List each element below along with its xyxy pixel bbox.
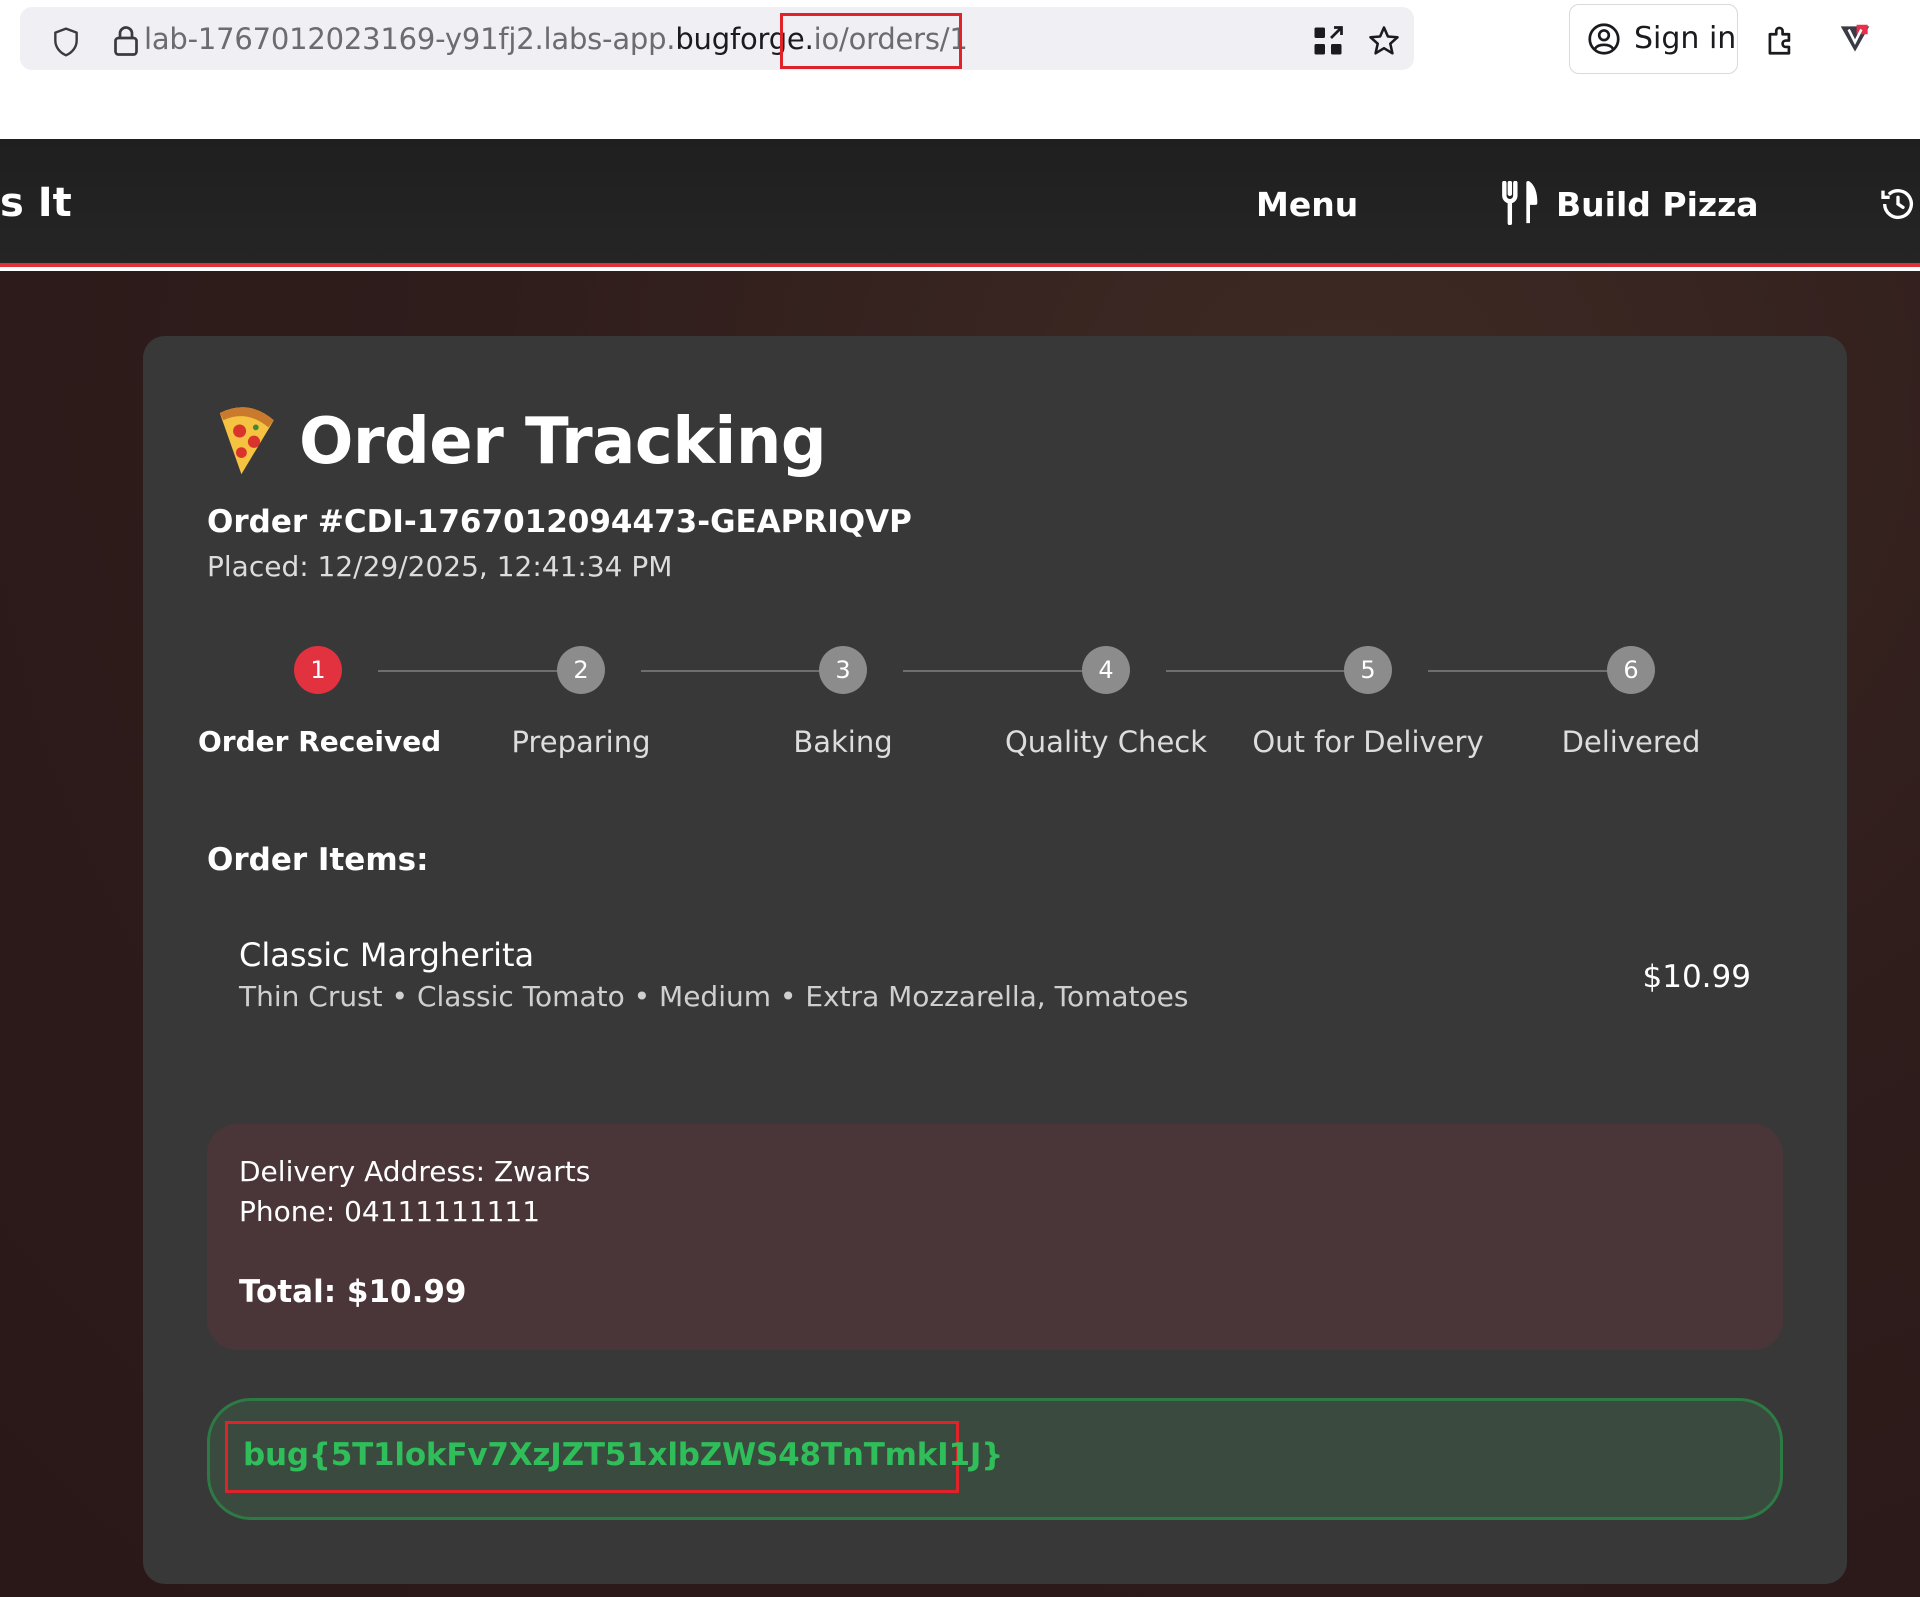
address-bar[interactable]: lab-1767012023169-y91fj2.labs-app.bugfor… [20, 7, 1414, 70]
star-icon[interactable] [1366, 23, 1402, 59]
flag-text: bug{5T1lokFv7XzJZT51xlbZWS48TnTmkI1J} [243, 1437, 1004, 1473]
step-number: 2 [557, 646, 605, 694]
step-label: Baking [793, 725, 893, 759]
item-name: Classic Margherita [239, 936, 535, 974]
step-number: 1 [294, 646, 342, 694]
fork-knife-icon [1502, 181, 1538, 225]
step-label: Quality Check [1004, 725, 1208, 759]
step-number: 3 [819, 646, 867, 694]
browser-toolbar: lab-1767012023169-y91fj2.labs-app.bugfor… [0, 0, 1920, 139]
url-prefix: lab-1767012023169-y91fj2.labs-app. [144, 22, 676, 56]
flag-box: bug{5T1lokFv7XzJZT51xlbZWS48TnTmkI1J} [207, 1398, 1783, 1520]
order-total: Total: $10.99 [239, 1274, 467, 1310]
step-label: Out for Delivery [1252, 725, 1484, 759]
qr-code-icon[interactable] [1310, 23, 1346, 59]
nav-menu-link[interactable]: Menu [1256, 183, 1358, 227]
lock-icon[interactable] [108, 23, 144, 59]
order-placed-time: Placed: 12/29/2025, 12:41:34 PM [207, 550, 673, 583]
item-price: $10.99 [1642, 959, 1751, 995]
delivery-info-box: Delivery Address: Zwarts Phone: 04111111… [207, 1124, 1783, 1350]
history-icon[interactable] [1878, 184, 1918, 224]
sign-in-button[interactable]: Sign in [1569, 4, 1738, 74]
step-quality-check: 4 Quality Check [986, 646, 1226, 776]
order-tracking-card: Order Tracking Order #CDI-1767012094473-… [143, 336, 1847, 1584]
step-baking: 3 Baking [723, 646, 963, 776]
step-delivered: 6 Delivered [1511, 646, 1751, 776]
sign-in-label: Sign in [1634, 21, 1737, 56]
url-path-highlight [780, 13, 962, 69]
order-number: Order #CDI-1767012094473-GEAPRIQVP [207, 504, 912, 540]
step-label: Preparing [511, 725, 651, 759]
step-number: 4 [1082, 646, 1130, 694]
step-out-for-delivery: 5 Out for Delivery [1248, 646, 1488, 776]
account-icon [1588, 23, 1620, 55]
step-order-received: 1 Order Received [198, 646, 442, 776]
list-item: Classic Margherita Thin Crust • Classic … [207, 934, 1783, 1034]
order-items-heading: Order Items: [207, 842, 429, 878]
step-number: 6 [1607, 646, 1655, 694]
page-title: Order Tracking [299, 405, 827, 479]
pizza-icon [219, 407, 274, 475]
shield-icon[interactable] [50, 26, 82, 58]
brand-logo-text[interactable]: s It [0, 179, 72, 227]
delivery-phone: Phone: 04111111111 [239, 1195, 541, 1228]
extension-icon[interactable] [1762, 20, 1800, 58]
step-label: Delivered [1561, 725, 1701, 759]
delivery-address: Delivery Address: Zwarts [239, 1155, 591, 1188]
item-details: Thin Crust • Classic Tomato • Medium • E… [239, 980, 1189, 1013]
pocket-icon[interactable] [1836, 20, 1874, 58]
app-navbar: s It Menu Build Pizza [0, 139, 1920, 267]
step-label: Order Received [198, 725, 442, 758]
step-preparing: 2 Preparing [461, 646, 701, 776]
step-number: 5 [1344, 646, 1392, 694]
order-progress-tracker: 1 Order Received 2 Preparing 3 Baking 4 … [143, 646, 1847, 776]
nav-build-pizza-label: Build Pizza [1556, 185, 1759, 224]
